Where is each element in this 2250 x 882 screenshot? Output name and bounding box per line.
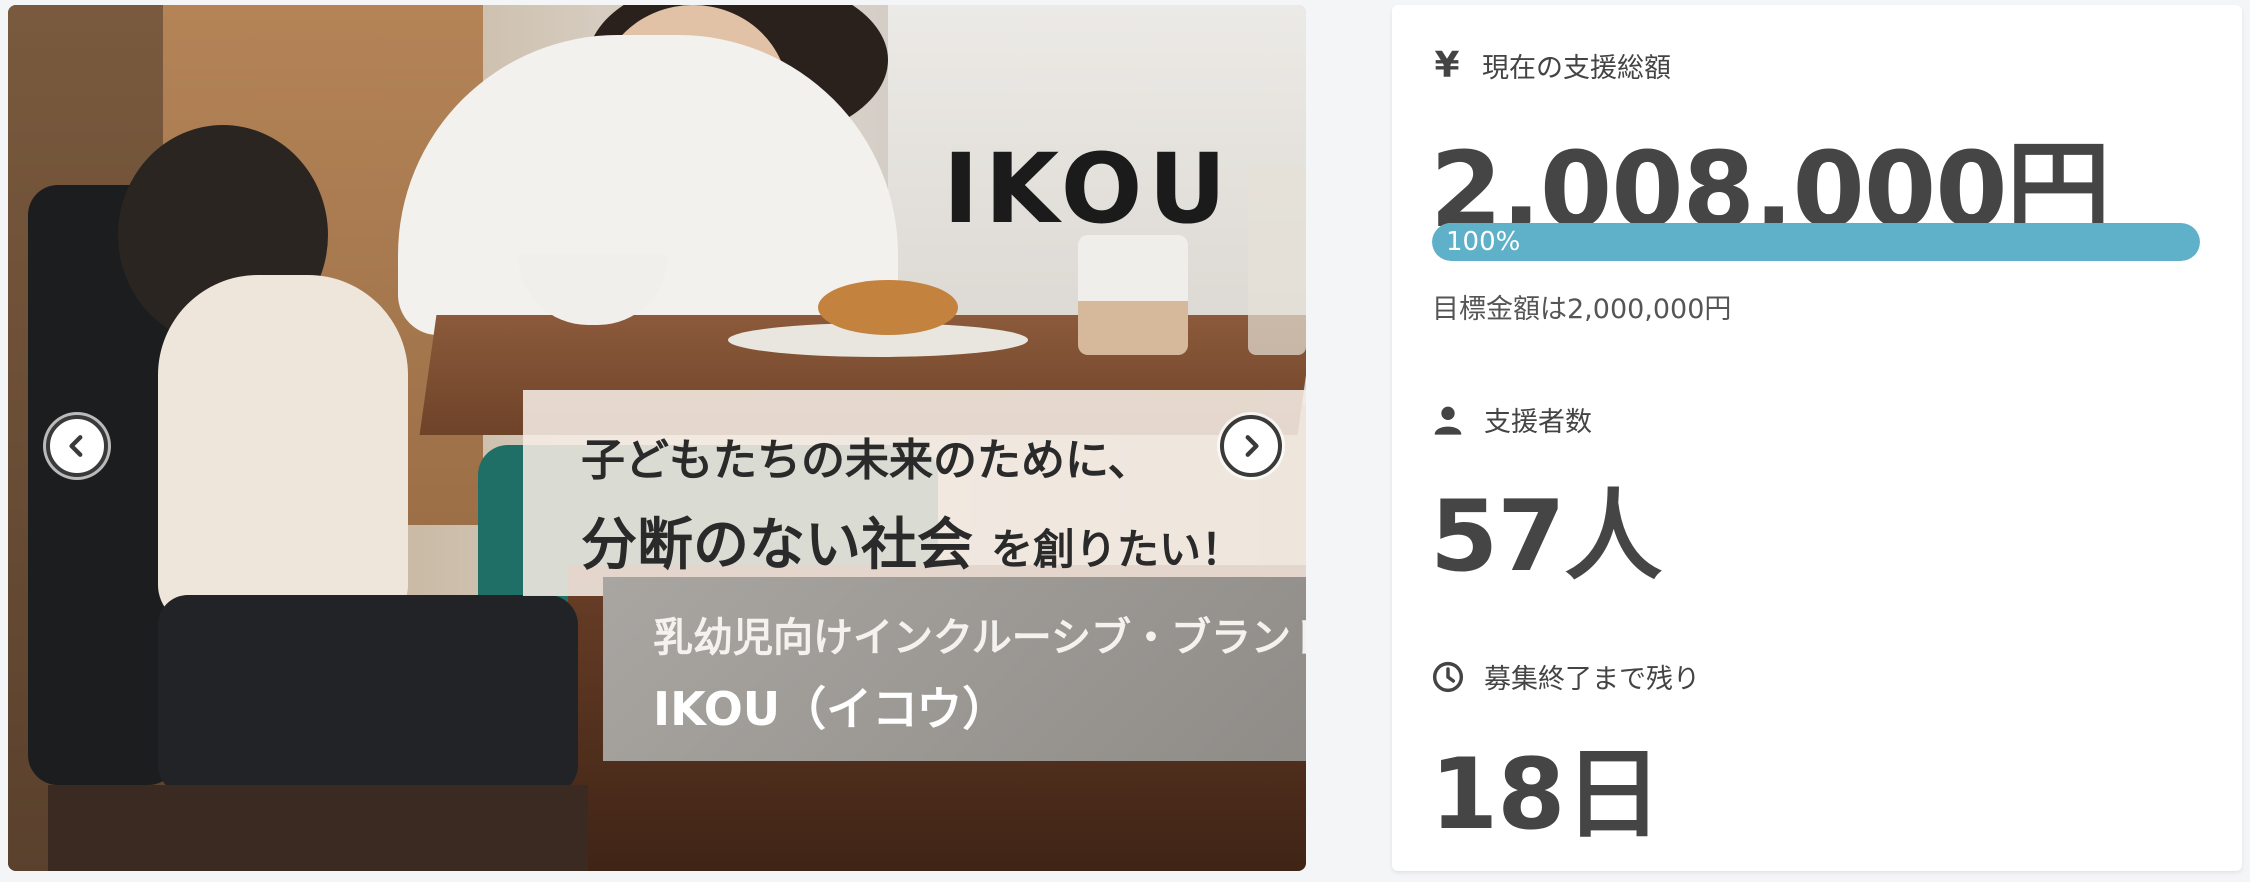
brand-name: IKOU（イコウ）	[653, 682, 1009, 736]
tagline-line-2: 分断のない社会 を創りたい！	[581, 500, 1243, 581]
chevron-right-icon	[1245, 435, 1259, 457]
clock-icon	[1432, 661, 1464, 692]
hero-photo-bread	[818, 280, 958, 335]
tagline-rest: を創りたい！	[991, 525, 1244, 574]
funding-stats-panel: ¥ 現在の支援総額 2,008,000円 100% 目標金額は2,000,000…	[1392, 5, 2242, 871]
tagline-emphasis: 分断のない社会	[581, 513, 973, 578]
amount-label: 現在の支援総額	[1482, 53, 1671, 84]
funding-progress-bar: 100%	[1432, 223, 2200, 261]
progress-percent: 100%	[1446, 227, 1521, 257]
user-icon	[1434, 406, 1462, 435]
progress-fill: 100%	[1432, 223, 2200, 261]
carousel-prev-button[interactable]	[46, 415, 108, 477]
remaining-label: 募集終了まで残り	[1484, 664, 1700, 695]
hero-photo-child	[158, 275, 408, 625]
hero-photo-chair-seat	[158, 595, 578, 795]
remaining-header: 募集終了まで残り	[1432, 657, 1700, 696]
brand-logo: IKOU	[943, 133, 1233, 245]
backers-value: 57人	[1430, 480, 1662, 594]
hero-carousel[interactable]: IKOU 子どもたちの未来のために、 分断のない社会 を創りたい！ 乳幼児向けイン…	[8, 5, 1306, 871]
backers-header: 支援者数	[1432, 400, 1592, 439]
chevron-left-icon	[69, 435, 83, 457]
carousel-next-button[interactable]	[1220, 415, 1282, 477]
hero-photo-chair-base	[48, 785, 588, 871]
backers-label: 支援者数	[1484, 407, 1592, 438]
remaining-value: 18日	[1430, 738, 1662, 852]
yen-icon: ¥	[1434, 45, 1460, 86]
goal-amount: 目標金額は2,000,000円	[1432, 294, 1732, 325]
hero-photo-jar	[1248, 165, 1306, 355]
tagline-line-1: 子どもたちの未来のために、	[581, 435, 1152, 486]
brand-subtitle: 乳幼児向けインクルーシブ・ブランド	[653, 615, 1306, 661]
brand-box: 乳幼児向けインクルーシブ・ブランド IKOU（イコウ）	[603, 577, 1306, 761]
hero-photo-cup	[1078, 235, 1188, 355]
amount-header: ¥ 現在の支援総額	[1432, 45, 1671, 86]
tagline-box: 子どもたちの未来のために、 分断のない社会 を創りたい！	[523, 390, 1306, 596]
